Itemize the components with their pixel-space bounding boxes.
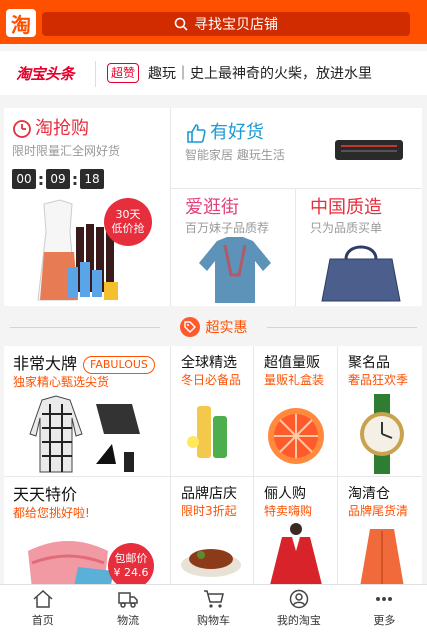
section-header: 超实惠: [0, 312, 427, 342]
food-image: [181, 549, 241, 577]
top-header: 淘 寻找宝贝店铺: [0, 0, 427, 44]
china-quality-card[interactable]: 中国质造 只为品质买单: [296, 189, 422, 306]
product-desc: 品牌尾货清: [348, 504, 409, 518]
sweater-image: [199, 237, 271, 303]
watch-image: [360, 394, 404, 474]
goods-title: 有好货: [210, 122, 264, 143]
product-card-daily[interactable]: 天天特价 都给您挑好啦! 包邮价 ¥ 24.6: [4, 477, 170, 584]
product-desc: 冬日必备品: [181, 373, 242, 387]
truck-icon: [118, 592, 138, 608]
user-icon: [289, 589, 309, 609]
quality-title: 中国质造: [310, 197, 382, 218]
tab-label: 更多: [373, 614, 396, 627]
price-tag: 包邮价 ¥ 24.6: [108, 543, 154, 584]
taobao-headline[interactable]: 淘宝头条 超赞 趣玩｜史上最神奇的火柴，放进水里: [0, 51, 427, 95]
product-card-global[interactable]: 全球精选 冬日必备品: [171, 346, 253, 476]
tab-label: 购物车: [197, 614, 231, 627]
headline-tag: 超赞: [107, 63, 140, 83]
lipbalm-image: [187, 406, 227, 458]
product-card-bulk[interactable]: 超值量贩 量贩礼盒装: [254, 346, 337, 476]
product-card-beauty[interactable]: 俪人购 特卖嗨购: [254, 477, 337, 584]
thumbs-up-icon: [187, 124, 206, 143]
product-name: 非常大牌: [13, 354, 78, 373]
countdown-timer: 00 : 09 : 18: [12, 169, 120, 189]
countdown-minutes: 09: [46, 169, 70, 189]
product-desc: 独家精心甄选尖货: [13, 375, 110, 389]
handbag-image: [321, 245, 401, 302]
tab-label: 首页: [31, 614, 54, 627]
product-desc: 都给您挑好啦!: [13, 506, 90, 520]
fabulous-badge: FABULOUS: [83, 355, 155, 374]
stroll-title: 爱逛街: [185, 197, 239, 218]
price-tag-label: 包邮价: [114, 552, 148, 565]
headline-text[interactable]: 趣玩｜史上最神奇的火柴，放进水里: [148, 63, 372, 83]
orange-coat-image: [360, 529, 404, 584]
product-desc: 量贩礼盒装: [264, 373, 325, 387]
badge-line2: 低价抢: [111, 222, 145, 235]
goods-subtitle: 智能家居 趣玩生活: [185, 148, 285, 162]
clock-icon: [13, 120, 31, 138]
price-tag-value: ¥ 24.6: [113, 566, 149, 579]
tab-my-taobao[interactable]: 我的淘宝: [256, 585, 341, 632]
product-grid: 非常大牌 FABULOUS 独家精心甄选尖货 全球精选 冬日必备品 超值量贩 量…: [4, 346, 422, 584]
stroll-card[interactable]: 爱逛街 百万妹子品质荐: [171, 189, 295, 306]
quality-subtitle: 只为品质买单: [310, 221, 383, 235]
promo-grid: 淘抢购 限时限量汇全网好货 00 : 09 : 18 30天 低价抢 有好货 智…: [4, 108, 422, 306]
headline-brand: 淘宝头条: [16, 65, 75, 83]
product-name: 俪人购: [264, 486, 306, 502]
towel-image: [28, 541, 114, 584]
search-icon: [174, 17, 188, 31]
flash-title: 淘抢购: [35, 118, 89, 139]
flash-subtitle: 限时限量汇全网好货: [12, 144, 121, 158]
countdown-hours: 00: [12, 169, 36, 189]
coat-image: [29, 395, 140, 473]
section-title: 超实惠: [205, 320, 248, 336]
cart-icon: [203, 590, 224, 608]
badge-line1: 30天: [115, 208, 141, 221]
keyboard-image: [335, 140, 403, 160]
search-bar[interactable]: 寻找宝贝店铺: [42, 12, 410, 36]
tab-logistics[interactable]: 物流: [85, 585, 170, 632]
product-name: 超值量贩: [264, 355, 320, 371]
divider: [95, 61, 96, 87]
product-desc: 奢品狂欢季: [348, 373, 409, 387]
red-coat-image: [270, 523, 322, 584]
product-card-anniversary[interactable]: 品牌店庆 限时3折起: [171, 477, 253, 584]
tab-cart[interactable]: 购物车: [171, 585, 256, 632]
countdown-seconds: 18: [80, 169, 104, 189]
more-icon: [376, 597, 393, 601]
search-placeholder: 寻找宝贝店铺: [194, 17, 278, 33]
tab-label: 物流: [117, 614, 140, 627]
divider: [267, 327, 417, 328]
product-name: 全球精选: [181, 355, 237, 371]
flash-sale-card[interactable]: 淘抢购 限时限量汇全网好货 00 : 09 : 18 30天 低价抢: [4, 108, 170, 306]
stroll-subtitle: 百万妹子品质荐: [185, 221, 270, 235]
tab-home[interactable]: 首页: [0, 585, 85, 632]
tab-more[interactable]: 更多: [342, 585, 427, 632]
home-icon: [33, 589, 53, 608]
tag-icon: [179, 317, 200, 337]
product-desc: 限时3折起: [181, 504, 237, 518]
orange-image: [268, 408, 324, 464]
taobao-home: 淘 寻找宝贝店铺 淘宝头条 超赞 趣玩｜史上最神奇的火柴，放进水里 淘抢购 限时…: [0, 0, 427, 632]
product-card-luxury[interactable]: 聚名品 奢品狂欢季: [338, 346, 422, 476]
product-name: 品牌店庆: [181, 486, 237, 502]
product-desc: 特卖嗨购: [264, 504, 313, 518]
product-name: 天天特价: [13, 485, 78, 504]
product-card-brand[interactable]: 非常大牌 FABULOUS 独家精心甄选尖货: [4, 346, 170, 476]
price-badge: 30天 低价抢: [104, 198, 152, 246]
product-card-clearance[interactable]: 淘清仓 品牌尾货清: [338, 477, 422, 584]
tab-label: 我的淘宝: [276, 614, 321, 627]
bottom-tab-bar: 首页 物流 购物车 我的淘宝 更多: [0, 584, 427, 632]
divider: [10, 327, 160, 328]
product-name: 聚名品: [348, 355, 390, 371]
product-name: 淘清仓: [348, 486, 390, 502]
good-goods-card[interactable]: 有好货 智能家居 趣玩生活: [171, 108, 422, 188]
taobao-logo[interactable]: 淘: [6, 9, 36, 37]
